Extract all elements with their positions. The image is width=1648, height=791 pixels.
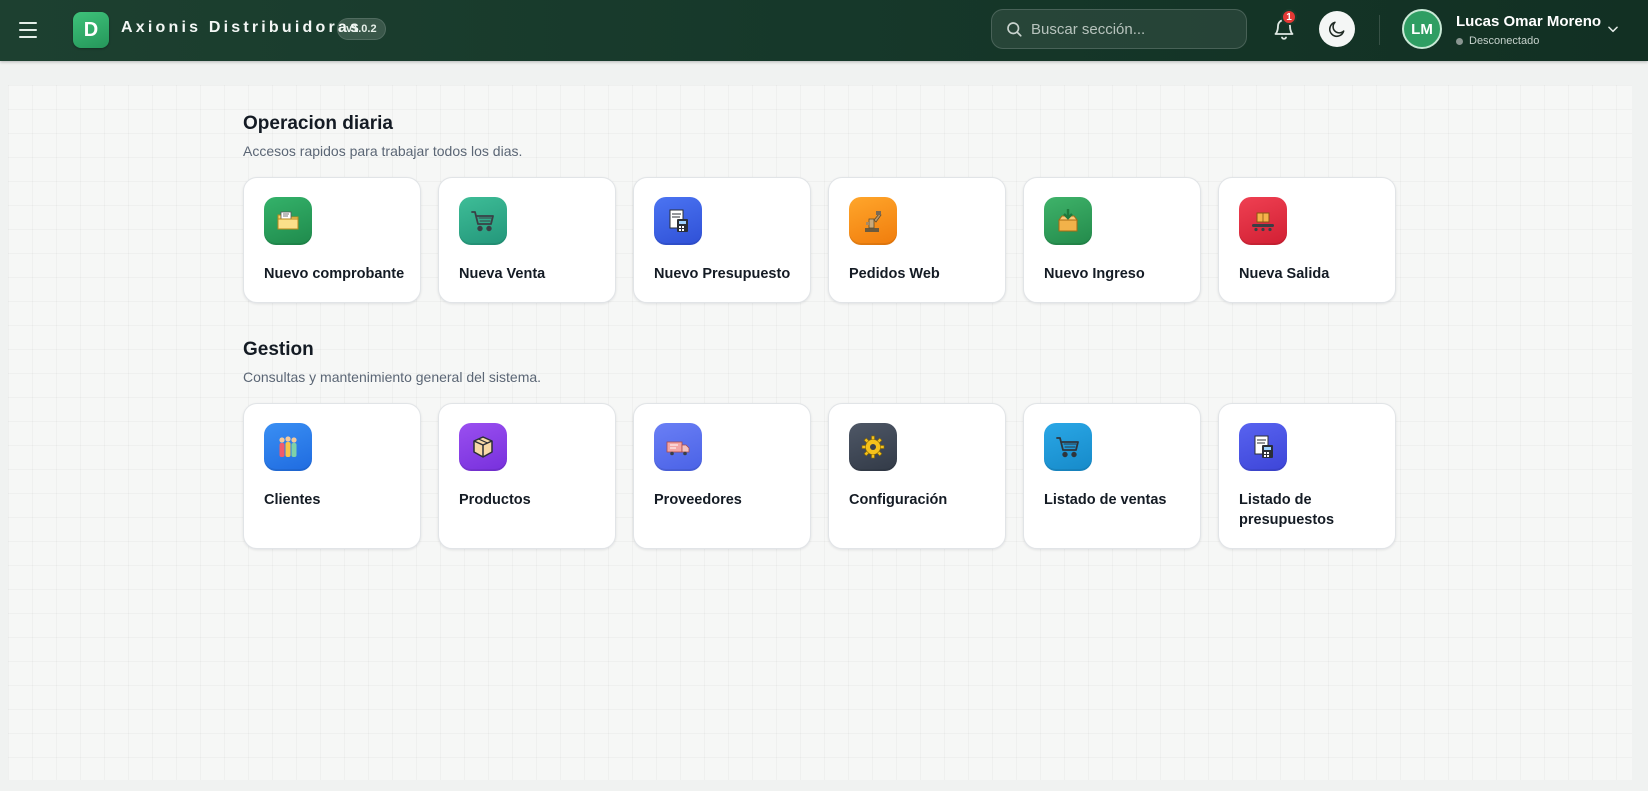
card-listado-presupuestos[interactable]: Listado de presupuestos bbox=[1218, 403, 1396, 549]
search-box bbox=[991, 9, 1247, 49]
user-avatar[interactable]: LM bbox=[1402, 9, 1442, 49]
section-title-management: Gestion bbox=[243, 339, 314, 360]
card-label: Configuración bbox=[849, 492, 948, 508]
cart-icon bbox=[1044, 423, 1092, 471]
card-label: Pedidos Web bbox=[849, 266, 940, 282]
card-label: Nuevo Presupuesto bbox=[654, 266, 791, 282]
card-label: Nueva Venta bbox=[459, 266, 546, 282]
moon-icon bbox=[1329, 21, 1345, 37]
card-configuracion[interactable]: Configuración bbox=[828, 403, 1006, 549]
robot-arm-icon bbox=[849, 197, 897, 245]
folder-icon bbox=[264, 197, 312, 245]
search-icon bbox=[1007, 22, 1022, 37]
card-clientes[interactable]: Clientes bbox=[243, 403, 421, 549]
main-content: Operacion diaria Accesos rapidos para tr… bbox=[8, 85, 1632, 780]
notification-badge: 1 bbox=[1281, 9, 1297, 25]
cart-icon bbox=[459, 197, 507, 245]
status-text: Desconectado bbox=[1469, 35, 1540, 47]
card-nueva-salida[interactable]: Nueva Salida bbox=[1218, 177, 1396, 303]
card-label: Listado de ventas bbox=[1044, 492, 1167, 508]
app-logo: D bbox=[73, 12, 109, 48]
card-label: Nuevo Ingreso bbox=[1044, 266, 1145, 282]
header-divider bbox=[1379, 15, 1380, 45]
card-label: Proveedores bbox=[654, 492, 742, 508]
hamburger-menu-icon[interactable] bbox=[16, 18, 40, 42]
section-title-daily: Operacion diaria bbox=[243, 113, 393, 134]
section-subtitle-daily: Accesos rapidos para trabajar todos los … bbox=[243, 143, 523, 159]
package-icon bbox=[459, 423, 507, 471]
truck-icon bbox=[654, 423, 702, 471]
card-pedidos-web[interactable]: Pedidos Web bbox=[828, 177, 1006, 303]
box-in-icon bbox=[1044, 197, 1092, 245]
card-label: Nuevo comprobante bbox=[264, 266, 405, 282]
app-title: Axionis Distribuidoras bbox=[121, 19, 363, 36]
user-status: Desconectado bbox=[1456, 35, 1539, 47]
theme-toggle-button[interactable] bbox=[1319, 11, 1355, 47]
status-dot bbox=[1456, 37, 1463, 45]
card-nuevo-ingreso[interactable]: Nuevo Ingreso bbox=[1023, 177, 1201, 303]
people-icon bbox=[264, 423, 312, 471]
card-productos[interactable]: Productos bbox=[438, 403, 616, 549]
version-badge: v1.0.2 bbox=[337, 18, 386, 40]
calculator-icon bbox=[654, 197, 702, 245]
gear-icon bbox=[849, 423, 897, 471]
top-bar: D Axionis Distribuidoras v1.0.2 1 LM Luc… bbox=[0, 0, 1648, 61]
conveyor-icon bbox=[1239, 197, 1287, 245]
card-label: Nueva Salida bbox=[1239, 266, 1330, 282]
section-subtitle-management: Consultas y mantenimiento general del si… bbox=[243, 369, 542, 385]
calculator-icon bbox=[1239, 423, 1287, 471]
card-label: Productos bbox=[459, 492, 531, 508]
search-input[interactable] bbox=[1031, 10, 1241, 48]
card-proveedores[interactable]: Proveedores bbox=[633, 403, 811, 549]
card-label: Listado de presupuestos bbox=[1239, 492, 1335, 528]
card-nuevo-presupuesto[interactable]: Nuevo Presupuesto bbox=[633, 177, 811, 303]
card-label: Clientes bbox=[264, 492, 321, 508]
card-nueva-venta[interactable]: Nueva Venta bbox=[438, 177, 616, 303]
chevron-down-icon[interactable] bbox=[1606, 22, 1620, 36]
card-listado-ventas[interactable]: Listado de ventas bbox=[1023, 403, 1201, 549]
card-nuevo-comprobante[interactable]: Nuevo comprobante bbox=[243, 177, 421, 303]
user-name: Lucas Omar Moreno bbox=[1456, 13, 1602, 30]
